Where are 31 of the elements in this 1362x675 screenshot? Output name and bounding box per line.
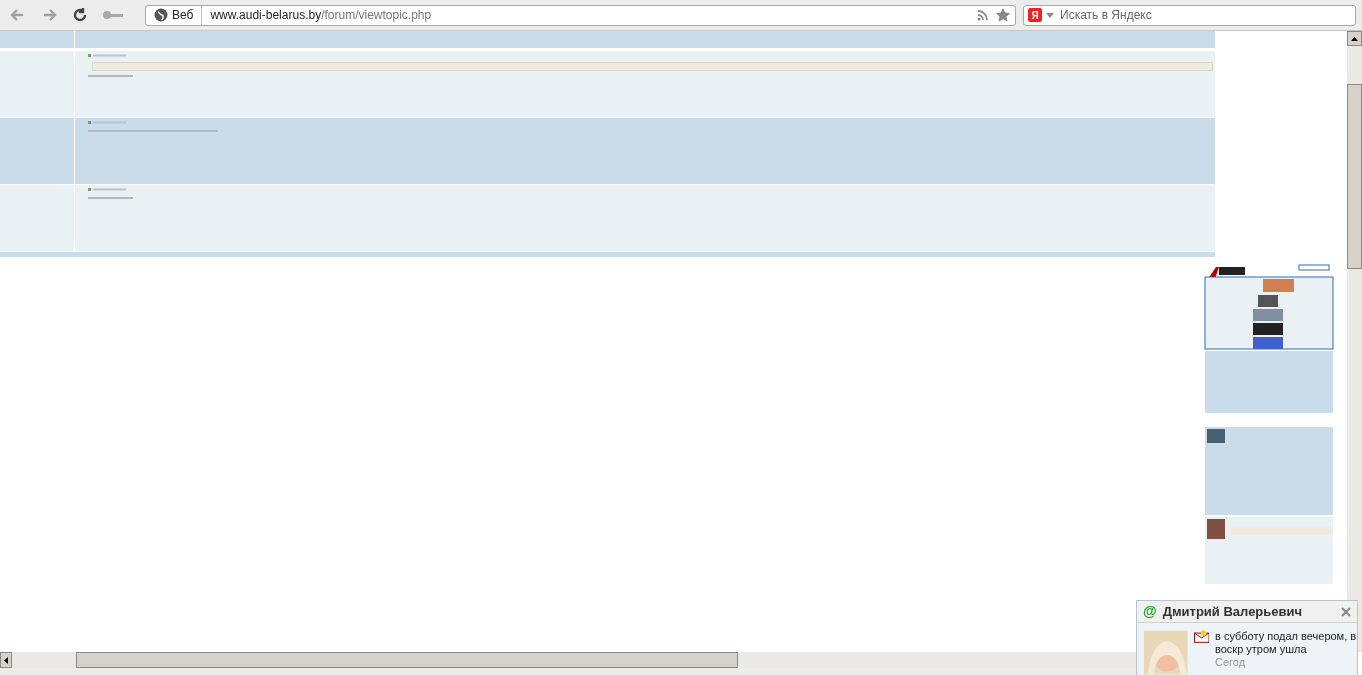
scroll-up-button[interactable] — [1347, 31, 1362, 46]
sender-name: Дмитрий Валерьевич — [1162, 602, 1303, 621]
key-icon[interactable] — [102, 8, 124, 22]
dropdown-icon[interactable] — [1046, 12, 1054, 18]
post-header-drawing — [88, 54, 128, 59]
search-input[interactable]: Искать в Яндекс — [1060, 6, 1355, 24]
rss-icon[interactable] — [977, 9, 989, 21]
up-arrow-icon — [1351, 36, 1358, 41]
url-text: www.audi-belarus.by/forum/viewtopic.php — [209, 7, 433, 24]
reload-icon[interactable] — [71, 6, 89, 24]
message-text: в субботу подал вечером, в воскр утром ушла — [1215, 630, 1357, 656]
message-time: Сегод — [1215, 656, 1247, 669]
envelope-icon — [1193, 630, 1209, 643]
close-icon[interactable] — [1341, 606, 1351, 617]
post-header-drawing — [88, 121, 128, 126]
search-engine-logo[interactable]: Я — [1028, 8, 1042, 22]
at-icon: @ — [1143, 601, 1157, 622]
horizontal-scrollbar[interactable] — [0, 652, 1136, 668]
search-field[interactable]: Я Искать в Яндекс — [1023, 4, 1356, 26]
post-header-drawing — [88, 188, 128, 193]
post-text-drawing — [88, 74, 133, 78]
post-text-drawing — [88, 196, 133, 200]
scroll-thumb[interactable] — [76, 652, 738, 668]
star-icon[interactable] — [995, 7, 1011, 23]
vertical-scrollbar[interactable] — [1347, 31, 1362, 652]
globe-icon — [154, 8, 168, 22]
scroll-thumb[interactable] — [1347, 84, 1362, 269]
left-arrow-icon — [4, 656, 8, 664]
address-bar[interactable]: Веб www.audi-belarus.by/forum/viewtopic.php — [145, 4, 1016, 26]
web-button[interactable]: Веб — [146, 5, 203, 25]
scroll-left-button[interactable] — [0, 652, 12, 668]
